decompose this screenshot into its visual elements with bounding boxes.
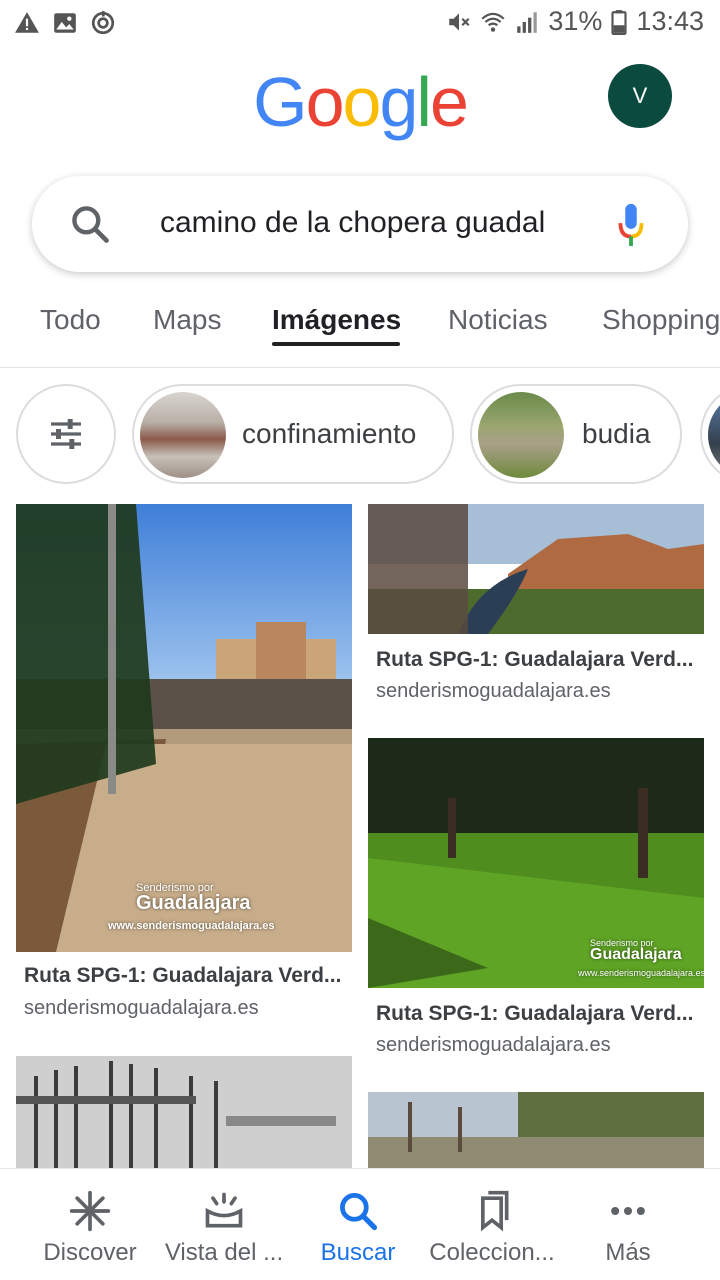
chip-label: confinamiento (242, 418, 417, 449)
chip-label: budia (582, 418, 651, 449)
data-saver-icon (91, 11, 115, 35)
chip-thumbnail (478, 392, 564, 478)
mute-icon (449, 12, 470, 31)
search-input[interactable]: camino de la chopera guadal (160, 206, 600, 240)
result-title[interactable]: Ruta SPG-1: Guadalajara Verd... (376, 1002, 706, 1026)
status-system: 31% 13:43 (446, 6, 704, 37)
nav-label: Vista del ... (164, 1239, 284, 1266)
tune-icon (51, 419, 81, 449)
result-image (16, 1056, 352, 1168)
nav-label: Buscar (320, 1239, 396, 1266)
watermark-big: Guadalajara (136, 892, 251, 914)
nav-label: Discover (43, 1239, 137, 1266)
nav-discover[interactable]: Discover (18, 1169, 162, 1280)
logo-letter: g (379, 63, 418, 141)
search-box[interactable]: camino de la chopera guadal (32, 176, 688, 272)
result-image (368, 1092, 704, 1168)
image-result-park[interactable]: Senderismo por Guadalajara www.senderism… (368, 738, 704, 988)
result-source[interactable]: senderismoguadalajara.es (24, 997, 259, 1020)
result-source[interactable]: senderismoguadalajara.es (376, 680, 611, 703)
chip-budia[interactable]: budia (470, 384, 682, 484)
result-image (368, 504, 704, 634)
chip-confinamiento[interactable]: confinamiento (132, 384, 454, 484)
chip-more[interactable] (700, 384, 720, 484)
result-title[interactable]: Ruta SPG-1: Guadalajara Verd... (24, 964, 354, 988)
image-result-chairs[interactable] (16, 1056, 352, 1168)
search-icon[interactable] (68, 202, 112, 246)
search-tabs: Todo Maps Imágenes Noticias Shopping (0, 296, 720, 368)
search-icon (340, 1193, 378, 1231)
chip-thumbnail (708, 392, 720, 478)
nav-label: Más (605, 1239, 651, 1266)
tab-noticias[interactable]: Noticias (448, 304, 548, 336)
snapshot-icon (205, 1192, 243, 1228)
signal-icon (517, 11, 538, 33)
filter-chips: confinamiento budia (0, 384, 720, 484)
status-bar: 31% 13:43 (0, 0, 720, 50)
clock: 13:43 (636, 6, 704, 36)
wifi-icon (481, 12, 505, 32)
active-tab-indicator (272, 342, 400, 346)
filter-settings-chip[interactable] (16, 384, 116, 484)
nav-search[interactable]: Buscar (286, 1169, 430, 1280)
logo-letter: e (429, 63, 469, 141)
bottom-navigation: Discover Vista del ... Buscar Coleccion.… (0, 1168, 720, 1280)
status-notifications (14, 10, 116, 36)
nav-label: Coleccion... (429, 1239, 555, 1266)
battery-icon (611, 9, 628, 35)
tab-shopping[interactable]: Shopping (602, 304, 720, 336)
more-icon (611, 1206, 645, 1216)
nav-collections[interactable]: Coleccion... (420, 1169, 564, 1280)
result-title[interactable]: Ruta SPG-1: Guadalajara Verd... (376, 648, 706, 672)
discover-icon (69, 1190, 111, 1232)
watermark-big: Guadalajara (590, 946, 682, 963)
image-result-picnic[interactable] (368, 1092, 704, 1168)
logo-letter: l (416, 63, 432, 141)
battery-percent: 31% (548, 6, 603, 36)
image-result-river[interactable] (368, 504, 704, 634)
watermark-url: www.senderismoguadalajara.es (108, 920, 275, 932)
avatar[interactable]: V (608, 64, 672, 128)
collections-icon (481, 1190, 509, 1232)
logo-letter: o (305, 63, 345, 141)
image-icon (54, 13, 76, 33)
warning-icon (15, 12, 39, 33)
logo-letter: o (342, 63, 382, 141)
result-source[interactable]: senderismoguadalajara.es (376, 1034, 611, 1057)
logo-letter: G (253, 63, 307, 141)
nav-more[interactable]: Más (556, 1169, 700, 1280)
chip-thumbnail (140, 392, 226, 478)
nav-snapshot[interactable]: Vista del ... (152, 1169, 296, 1280)
tab-imagenes[interactable]: Imágenes (272, 304, 401, 336)
microphone-icon[interactable] (616, 202, 646, 248)
tab-maps[interactable]: Maps (153, 304, 221, 336)
image-result-path[interactable]: Senderismo por Guadalajara www.senderism… (16, 504, 352, 952)
tab-todo[interactable]: Todo (40, 304, 101, 336)
watermark-url: www.senderismoguadalajara.es (578, 968, 704, 978)
